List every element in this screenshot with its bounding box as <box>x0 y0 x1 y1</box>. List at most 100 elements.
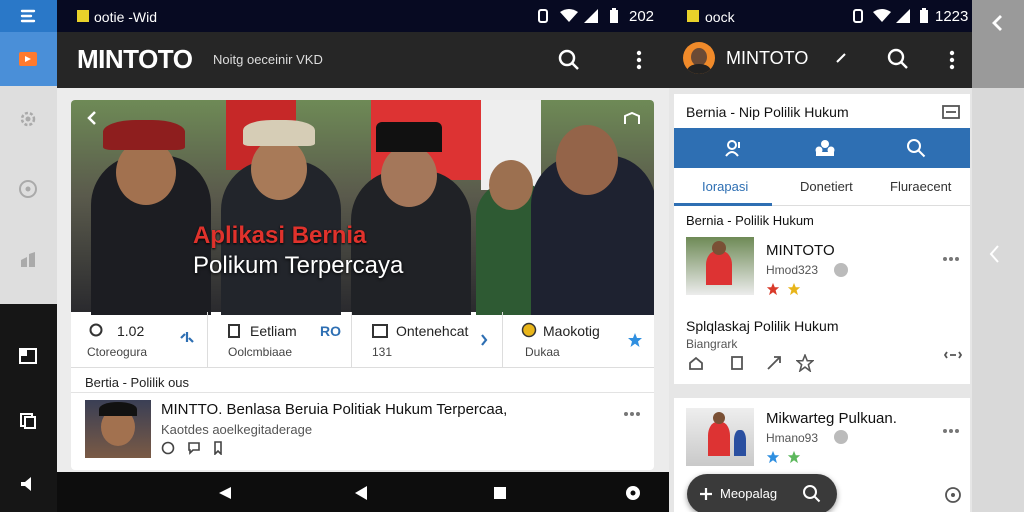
back-arrow-icon[interactable] <box>990 14 1004 32</box>
tab-label: Donetiert <box>800 179 853 194</box>
tab-fluraecent[interactable]: Fluraecent <box>872 168 970 206</box>
star-icon <box>787 450 801 464</box>
stats-row: 1.02 Ctoreogura Eetliam RO Oolcmbiaae On… <box>71 312 654 368</box>
clock-icon[interactable] <box>16 177 40 201</box>
share-icon[interactable] <box>766 355 782 371</box>
stat-item[interactable]: 1.02 Ctoreogura <box>71 312 208 368</box>
app-subtitle: Noitg oeceinir VKD <box>213 52 323 67</box>
list-header: Bertia - Polilik ous <box>85 375 190 390</box>
stat-item[interactable]: Maokotig Dukaa <box>503 312 654 368</box>
assistant-nav-icon[interactable] <box>625 485 641 501</box>
profile-icon[interactable] <box>724 138 744 158</box>
wifi-icon <box>873 9 891 23</box>
home-icon[interactable] <box>688 356 704 370</box>
list-item[interactable]: Splqlaskaj Polilik Hukum Biangrark <box>674 310 970 380</box>
stat-title: 1.02 <box>117 323 145 339</box>
star-icon <box>766 282 780 296</box>
tab-bar: Iorapasi Donetiert Fluraecent <box>674 168 970 206</box>
more-horiz-icon[interactable] <box>942 256 960 262</box>
app-bar: MINTOTO <box>669 32 972 88</box>
group-icon[interactable] <box>814 138 836 158</box>
stat-sub: Ctoreogura <box>87 345 148 359</box>
bookmark-icon[interactable] <box>213 441 223 455</box>
star-icon[interactable] <box>627 332 643 348</box>
star-outline-icon[interactable] <box>796 354 814 372</box>
notification-icon <box>77 10 89 22</box>
item-subtitle: Hmano93 <box>766 431 819 445</box>
navigation-bar <box>57 472 669 512</box>
speaker-icon[interactable] <box>16 472 40 496</box>
settings-icon[interactable] <box>16 107 40 131</box>
main-phone-screen: ootie -Wid 202 MINTOTO Noitg oeceinir VK… <box>57 0 669 512</box>
copy-icon[interactable] <box>16 409 40 433</box>
item-thumbnail <box>686 237 754 295</box>
search-icon[interactable] <box>906 138 926 158</box>
item-title: Splqlaskaj Polilik Hukum <box>686 318 839 334</box>
side-rail <box>0 0 57 512</box>
hero-title-line2: Polikum Terpercaya <box>193 252 404 279</box>
battery-icon <box>919 8 929 24</box>
list-item[interactable]: MINTTO. Benlasa Beruia Politiak Hukum Te… <box>71 393 654 470</box>
clock-text: 1223 <box>935 8 969 25</box>
time-icon[interactable] <box>161 441 175 455</box>
stat-item[interactable]: Ontenehcat 131 <box>352 312 503 368</box>
search-icon[interactable] <box>557 48 581 72</box>
sparkle-icon <box>179 330 195 344</box>
more-horiz-icon[interactable] <box>623 411 641 417</box>
more-horiz-icon[interactable] <box>942 428 960 434</box>
recents-nav-icon[interactable] <box>493 486 507 500</box>
chevron-right-icon <box>480 334 488 346</box>
item-title: MINTOTO <box>766 242 835 259</box>
message-icon[interactable] <box>942 105 960 119</box>
vibrate-icon <box>852 9 864 23</box>
app-title: MINTOTO <box>77 44 193 74</box>
target-icon[interactable] <box>944 486 962 504</box>
vibrate-icon <box>537 9 549 23</box>
home-icon[interactable] <box>16 47 40 71</box>
search-icon[interactable] <box>887 48 909 70</box>
tab-iorapasi[interactable]: Iorapasi <box>674 168 772 206</box>
chart-icon[interactable] <box>16 248 40 272</box>
clock-text: 202 <box>629 8 655 25</box>
stat-sub: Oolcmbiaae <box>228 345 293 359</box>
stat-title: Eetliam <box>250 323 297 339</box>
secondary-phone-screen: oock 1223 MINTOTO Bernia - Nip Polilik H… <box>669 0 972 512</box>
link-icon[interactable] <box>944 348 962 362</box>
app-bar: MINTOTO Noitg oeceinir VKD <box>57 32 669 88</box>
hero-title-line1: Aplikasi Bernia <box>193 222 367 249</box>
dashboard-icon[interactable] <box>16 344 40 368</box>
notification-icon <box>687 10 699 22</box>
edit-icon[interactable] <box>835 52 847 64</box>
signal-icon <box>896 9 910 23</box>
tab-donetiert[interactable]: Donetiert <box>772 168 872 206</box>
more-vert-icon[interactable] <box>948 48 956 72</box>
wifi-icon <box>560 9 578 23</box>
list-item[interactable]: Mikwarteg Pulkuan. Hmano93 <box>674 398 970 468</box>
item-subtitle: Hmod323 <box>766 263 819 277</box>
comment-icon[interactable] <box>187 441 201 455</box>
avatar[interactable] <box>683 42 715 74</box>
back-arrow-icon[interactable] <box>85 110 99 126</box>
verified-icon <box>834 430 848 444</box>
bookmark-icon[interactable] <box>730 355 744 371</box>
new-post-fab[interactable]: Meopalag <box>687 474 837 512</box>
back-nav-icon[interactable] <box>217 486 233 500</box>
status-bar: ootie -Wid 202 <box>57 0 669 32</box>
more-vert-icon[interactable] <box>635 48 643 72</box>
carrier-text: oock <box>705 9 735 25</box>
home-nav-icon[interactable] <box>353 485 369 501</box>
stat-sub: Dukaa <box>525 345 560 359</box>
card-header: Bernia - Nip Polilik Hukum <box>686 104 849 120</box>
share-icon[interactable] <box>623 112 641 126</box>
list-item[interactable]: MINTOTO Hmod323 <box>674 232 970 306</box>
item-title: Mikwarteg Pulkuan. <box>766 410 897 427</box>
app-icon[interactable] <box>16 4 40 28</box>
item-thumbnail <box>686 408 754 466</box>
chevron-left-icon[interactable] <box>988 244 1000 264</box>
stat-item[interactable]: Eetliam RO Oolcmbiaae <box>208 312 352 368</box>
post-title: MINTTO. Benlasa Beruia Politiak Hukum Te… <box>161 401 508 418</box>
stat-sub: 131 <box>372 345 393 359</box>
message-icon <box>372 324 388 338</box>
carrier-text: ootie -Wid <box>94 9 158 25</box>
tab-label: Iorapasi <box>702 179 749 194</box>
